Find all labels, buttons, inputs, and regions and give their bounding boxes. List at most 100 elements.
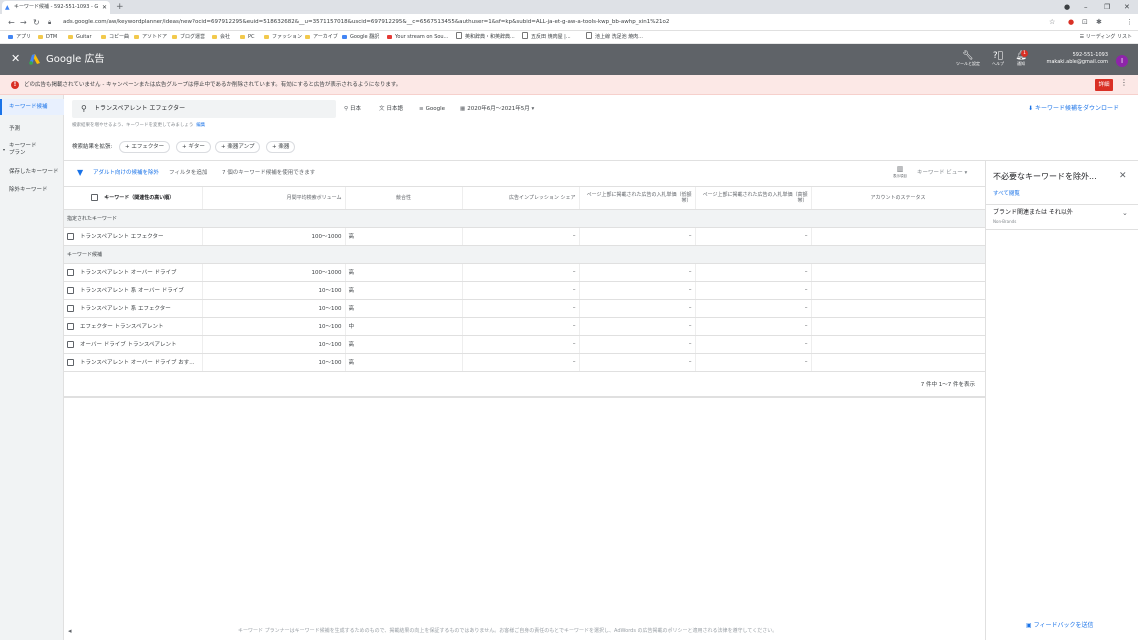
brand-filter-item[interactable]: ブランド関連または それ以外 — [993, 209, 1073, 217]
status-cell — [811, 227, 986, 246]
sidebar-item-keyword-ideas[interactable]: キーワード候補 — [0, 99, 64, 115]
reading-list[interactable]: ☰ リーディング リスト — [1080, 31, 1132, 43]
bid-low-cell: – — [579, 353, 696, 372]
tab-close-icon[interactable]: ✕ — [102, 1, 107, 14]
extension-red-icon[interactable]: ● — [1068, 17, 1074, 28]
bookmark-page[interactable]: 五反田 焼肉屋 |... — [522, 31, 571, 43]
table-row[interactable]: トランスペアレント オーバー ドライブ おす... 10～100 高 – – – — [64, 353, 986, 372]
adult-filter-chip[interactable]: アダルト向けの候補を除外 — [93, 161, 159, 185]
back-icon[interactable]: ← — [8, 14, 15, 31]
date-range-filter[interactable]: ▦ 2020年6月～2021年5月 ▾ — [460, 100, 536, 118]
restore-icon[interactable]: ❐ — [1104, 0, 1110, 14]
bookmark-google-translate[interactable]: Google 翻訳 — [342, 31, 379, 43]
address-bar[interactable]: ads.google.com/aw/keywordplanner/ideas/n… — [60, 16, 1060, 29]
lock-icon[interactable]: 🔒︎ — [48, 14, 51, 31]
columns-button[interactable]: ▥ 表示項目 — [890, 166, 910, 179]
keyword-cell: トランスペアレント 系 エフェクター — [80, 306, 171, 312]
details-button[interactable]: 詳細 — [1095, 79, 1113, 91]
bid-low-cell: – — [579, 263, 696, 282]
bookmark-folder[interactable]: 会社 — [212, 31, 230, 43]
sidebar-item-negative-keywords[interactable]: 除外キーワード — [0, 186, 64, 194]
bookmark-folder[interactable]: アソトドア — [134, 31, 167, 43]
bookmark-folder[interactable]: ブログ運営 — [172, 31, 205, 43]
bookmark-page[interactable]: 英和辞典・和英辞典... — [456, 31, 515, 43]
table-row[interactable]: トランスペアレント エフェクター 100～1000 高 – – – — [64, 227, 986, 246]
more-vert-icon[interactable]: ⋮ — [1120, 78, 1128, 87]
bid-high-cell: – — [695, 263, 812, 282]
add-filter-button[interactable]: フィルタを追加 — [169, 161, 207, 185]
download-keywords-button[interactable]: ⬇ キーワード候補をダウンロード — [1028, 104, 1119, 114]
expand-chip[interactable]: + ギター — [176, 141, 211, 153]
keyword-view-dropdown[interactable]: キーワード ビュー ▾ — [917, 161, 967, 185]
sidebar-item-saved-keywords[interactable]: 保存したキーワード — [0, 168, 64, 176]
collapse-sidebar-icon[interactable]: ◂ — [68, 627, 72, 635]
col-account-status[interactable]: アカウントのステータス — [811, 187, 986, 210]
row-checkbox[interactable] — [67, 323, 74, 330]
view-all-link[interactable]: すべて閲覧 — [993, 190, 1020, 198]
row-checkbox[interactable] — [67, 341, 74, 348]
tools-settings-button[interactable]: 🔧︎ ツールと設定 — [956, 51, 980, 67]
filter-icon[interactable]: ▼ — [77, 169, 84, 177]
help-button[interactable]: ?⃝ ヘルプ — [986, 51, 1010, 67]
chevron-down-icon[interactable]: ⌄ — [1122, 209, 1128, 217]
table-row[interactable]: エフェクター トランスペアレント 10～100 中 – – – — [64, 317, 986, 336]
share-cell: – — [462, 263, 580, 282]
window-close-icon[interactable]: ✕ — [1124, 0, 1130, 14]
account-info[interactable]: 592-551-1093 makaki.able@gmail.com — [1046, 52, 1108, 66]
bookmark-soundcloud[interactable]: Your stream on Sou... — [387, 31, 448, 43]
bookmark-folder[interactable]: アーカイブ — [305, 31, 338, 43]
col-keyword[interactable]: キーワード（関連性の高い順） — [64, 187, 203, 210]
close-icon[interactable]: ✕ — [1119, 170, 1127, 182]
language-filter[interactable]: 文日本語 — [379, 100, 403, 118]
row-checkbox[interactable] — [67, 305, 74, 312]
share-cell: – — [462, 353, 580, 372]
col-search-volume[interactable]: 月間平均検索ボリューム — [202, 187, 346, 210]
bookmarks-bar: アプリ DTM Guitar コピー曲 アソトドア ブログ運営 会社 PC ファ… — [0, 31, 1138, 44]
select-all-checkbox[interactable] — [91, 194, 99, 202]
send-feedback-button[interactable]: ▣ フィードバックを送信 — [1026, 621, 1093, 631]
puzzle-icon[interactable]: ✱ — [1096, 17, 1102, 28]
bookmark-folder[interactable]: ファッション — [264, 31, 302, 43]
reload-icon[interactable]: ↻ — [33, 14, 40, 31]
account-avatar[interactable]: I — [1116, 55, 1128, 67]
row-checkbox[interactable] — [67, 269, 74, 276]
bookmark-page[interactable]: 池上線 洗足池 焼肉... — [586, 31, 643, 43]
close-icon[interactable]: ✕ — [11, 51, 20, 67]
volume-cell: 100～1000 — [202, 263, 346, 282]
expand-label: 検索結果を拡張: — [72, 144, 113, 150]
row-checkbox[interactable] — [67, 287, 74, 294]
bookmark-folder[interactable]: Guitar — [68, 31, 92, 43]
extension-icon[interactable]: ⊡ — [1082, 17, 1088, 28]
location-filter[interactable]: ⚲ 日本 — [344, 100, 361, 118]
col-bid-low[interactable]: ページ上部に掲載された広告の入札単価（低額帯） — [579, 187, 696, 210]
expand-chip[interactable]: + 楽器 — [266, 141, 296, 153]
col-impression-share[interactable]: 広告インプレッション シェア — [462, 187, 580, 210]
bookmark-apps[interactable]: アプリ — [8, 31, 31, 43]
browser-tab[interactable]: ▲ キーワード候補 - 592-551-1093 - G ✕ — [2, 1, 110, 14]
table-row[interactable]: トランスペアレント 系 エフェクター 10～100 高 – – – — [64, 299, 986, 318]
bookmark-folder[interactable]: DTM — [38, 31, 57, 43]
bookmark-folder[interactable]: コピー曲 — [101, 31, 129, 43]
keyword-search-box[interactable]: ⚲ トランスペアレント エフェクター — [72, 100, 336, 118]
bookmark-star-icon[interactable]: ☆ — [1049, 17, 1055, 28]
expand-chip[interactable]: + エフェクター — [119, 141, 171, 153]
expand-chip[interactable]: + 楽器アンプ — [215, 141, 261, 153]
row-checkbox[interactable] — [67, 359, 74, 366]
network-filter[interactable]: ≡ Google — [419, 100, 445, 118]
sidebar-item-keyword-plans[interactable]: ▾ キーワード プラン — [0, 143, 40, 157]
sidebar-item-forecast[interactable]: 予測 — [0, 125, 64, 133]
forward-icon[interactable]: → — [20, 14, 27, 31]
table-row[interactable]: トランスペアレント オーバー ドライブ 100～1000 高 – – – — [64, 263, 986, 282]
table-row[interactable]: トランスペアレント 系 オーバー ドライブ 10～100 高 – – – — [64, 281, 986, 300]
browser-menu-icon[interactable]: ⋮ — [1126, 17, 1133, 28]
profile-dot-icon[interactable]: ● — [1064, 0, 1070, 14]
col-bid-high[interactable]: ページ上部に掲載された広告の入札単価（高額帯） — [695, 187, 812, 210]
bookmark-folder[interactable]: PC — [240, 31, 255, 43]
table-row[interactable]: オーバー ドライブ トランスペアレント 10～100 高 – – – — [64, 335, 986, 354]
side-navigation: キーワード候補 予測 ▾ キーワード プラン 保存したキーワード 除外キーワード — [0, 95, 64, 640]
edit-link[interactable]: 編集 — [196, 123, 205, 128]
new-tab-icon[interactable]: + — [116, 0, 124, 14]
minimize-icon[interactable]: – — [1084, 0, 1088, 14]
row-checkbox[interactable] — [67, 233, 74, 240]
col-competition[interactable]: 競合性 — [345, 187, 463, 210]
